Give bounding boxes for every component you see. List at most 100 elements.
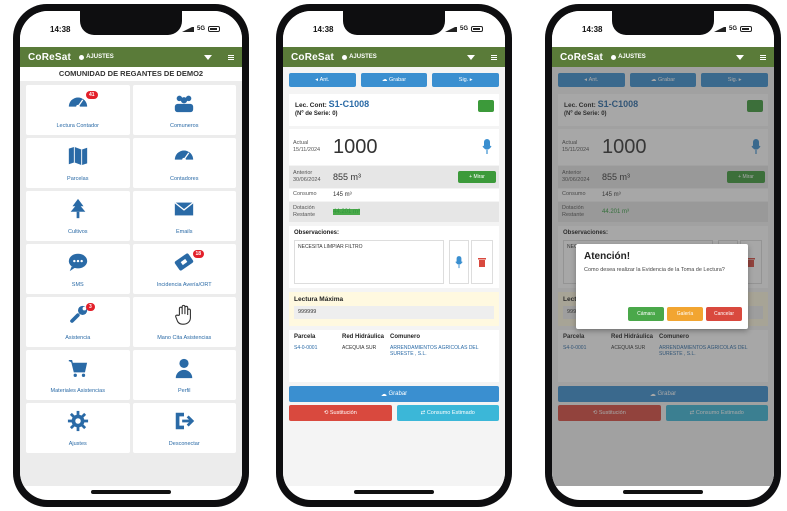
- current-reading-row: Actual 15/11/2024 1000: [289, 129, 499, 165]
- observations-microphone-icon[interactable]: [449, 240, 469, 284]
- prev-button[interactable]: ◂ Ant.: [289, 73, 356, 87]
- wifi-icon[interactable]: [204, 54, 212, 60]
- trash-icon[interactable]: [471, 240, 493, 284]
- home-indicator: [91, 490, 171, 494]
- cell-comunero[interactable]: ARRENDAMIENTOS AGRICOLAS DEL SURESTE , S…: [390, 345, 494, 357]
- more-label: Mirar: [473, 174, 485, 180]
- chat-icon: [67, 251, 89, 278]
- home-tile[interactable]: Mano Cita Asistencias: [132, 297, 236, 347]
- tile-label: Ajustes: [68, 440, 87, 447]
- current-label-block: Actual 15/11/2024: [289, 137, 333, 157]
- estimate-button[interactable]: ⇄ Consumo Estimado: [396, 405, 499, 421]
- consumption-value: 145 m³: [333, 192, 352, 198]
- evidence-dialog: Atención! Como desea realizar la Evidenc…: [576, 244, 748, 329]
- microphone-icon-svg: [455, 255, 463, 268]
- previous-label-block: Anterior 30/06/2024: [289, 167, 333, 187]
- counter-id: S1-C1008: [328, 99, 370, 109]
- camera-option-button[interactable]: Cámara: [628, 307, 664, 321]
- home-tile[interactable]: Comuneros: [132, 85, 236, 135]
- envelope-icon: [173, 198, 195, 225]
- home-tile[interactable]: Perfil: [132, 350, 236, 400]
- reading-content: ◂ Ant. ☁ Grabar Sig. ▸ Lec. Cont: S1-C10…: [283, 67, 505, 486]
- settings-label: AJUSTES: [86, 54, 114, 60]
- home-tile[interactable]: Emails: [132, 191, 236, 241]
- phone-reading: 14:38 5G CoReSat AJUSTES ◂ Ant. ☁ Grabar…: [276, 4, 512, 507]
- tile-label: Emails: [175, 228, 193, 235]
- appbar-actions: [736, 54, 766, 60]
- previous-label: Anterior: [293, 169, 313, 176]
- wifi-icon[interactable]: [467, 54, 475, 60]
- home-tile[interactable]: SMS: [26, 244, 130, 294]
- header-parcela: Parcela: [294, 334, 316, 340]
- consumption-row: Consumo 145 m³: [289, 189, 499, 201]
- home-grid: Lectura Contador 41 Comuneros Parcelas Conta…: [20, 81, 242, 457]
- microphone-icon-svg: [482, 139, 492, 154]
- app-logo[interactable]: CoReSat: [291, 52, 334, 63]
- more-button[interactable]: + Mirar: [458, 171, 496, 183]
- serial-number: (Nº de Serie: 0): [295, 111, 338, 117]
- hand-icon: [173, 304, 195, 331]
- gauge-icon: [173, 145, 195, 172]
- settings-link[interactable]: AJUSTES: [611, 54, 646, 60]
- dialog-title: Atención!: [584, 251, 631, 262]
- header-comunero: Comunero: [390, 334, 420, 340]
- menu-icon[interactable]: [491, 54, 497, 60]
- tile-label: Perfil: [177, 387, 191, 394]
- cart-icon: [67, 357, 89, 384]
- observations-label: Observaciones:: [294, 230, 340, 236]
- trash-icon-svg: [478, 258, 486, 267]
- tile-label: Contadores: [170, 175, 199, 182]
- home-tile[interactable]: Incidencia Avería/ORT 18: [132, 244, 236, 294]
- menu-icon[interactable]: [760, 54, 766, 60]
- tile-label: Comuneros: [170, 122, 199, 129]
- home-tile[interactable]: Desconectar: [132, 403, 236, 453]
- save-button[interactable]: ☁ Grabar: [289, 386, 499, 402]
- remaining-label: Dotación Restante: [293, 204, 316, 218]
- settings-label: AJUSTES: [618, 54, 646, 60]
- home-indicator: [354, 490, 434, 494]
- home-tile[interactable]: Contadores: [132, 138, 236, 188]
- app-logo[interactable]: CoReSat: [28, 52, 71, 63]
- microphone-icon[interactable]: [475, 129, 499, 165]
- home-tile[interactable]: Ajustes: [26, 403, 130, 453]
- battery-icon: [208, 26, 220, 32]
- ticket-icon: [173, 251, 195, 278]
- wifi-icon[interactable]: [736, 54, 744, 60]
- signal-icon: [713, 26, 726, 32]
- cell-parcela[interactable]: S4-0-0001: [294, 345, 342, 357]
- save-tab-button[interactable]: ☁ Grabar: [360, 73, 428, 87]
- tile-label: Asistencia: [65, 334, 91, 341]
- next-button[interactable]: Sig. ▸: [432, 73, 500, 87]
- home-tile[interactable]: Asistencia 3: [26, 297, 130, 347]
- community-title: COMUNIDAD DE REGANTES DE DEMO2: [20, 67, 242, 81]
- stage: 14:38 5G CoReSat AJUSTES COMUNIDAD DE RE…: [0, 0, 787, 511]
- cancel-button[interactable]: Cancelar: [706, 307, 742, 321]
- settings-link[interactable]: AJUSTES: [342, 54, 377, 60]
- previous-reading-row: Anterior 30/06/2024 855 m³ + Mirar: [289, 166, 499, 188]
- action-row: ⟲ Sustitución ⇄ Consumo Estimado: [289, 405, 499, 421]
- user-icon: [173, 357, 195, 384]
- tile-label: Lectura Contador: [56, 122, 100, 129]
- home-tile[interactable]: Materiales Asistencias: [26, 350, 130, 400]
- replace-button[interactable]: ⟲ Sustitución: [289, 405, 392, 421]
- dialog-message: Como desea realizar la Evidencia de la T…: [584, 267, 725, 273]
- home-tile[interactable]: Lectura Contador 41: [26, 85, 130, 135]
- menu-icon[interactable]: [228, 54, 234, 60]
- table-row[interactable]: S4-0-0001 ACEQUIA SUR ARRENDAMIENTOS AGR…: [294, 345, 494, 357]
- camera-button[interactable]: [478, 100, 494, 112]
- dialog-actions: Cámara Galería Cancelar: [628, 307, 742, 321]
- settings-link[interactable]: AJUSTES: [79, 54, 114, 60]
- observations-input[interactable]: NECESITA LIMPIAR FILTRO: [294, 240, 444, 284]
- gallery-option-button[interactable]: Galería: [667, 307, 703, 321]
- estimate-label: Consumo Estimado: [426, 410, 475, 416]
- tile-label: Materiales Asistencias: [50, 387, 105, 394]
- max-reading-value: 999999: [294, 306, 494, 319]
- parcel-table: Parcela Red Hidráulica Comunero S4-0-000…: [289, 330, 499, 382]
- battery-icon: [740, 26, 752, 32]
- settings-label: AJUSTES: [349, 54, 377, 60]
- app-logo[interactable]: CoReSat: [560, 52, 603, 63]
- home-tile[interactable]: Parcelas: [26, 138, 130, 188]
- map-icon: [67, 145, 89, 172]
- home-tile[interactable]: Cultivos: [26, 191, 130, 241]
- people-icon: [173, 92, 195, 119]
